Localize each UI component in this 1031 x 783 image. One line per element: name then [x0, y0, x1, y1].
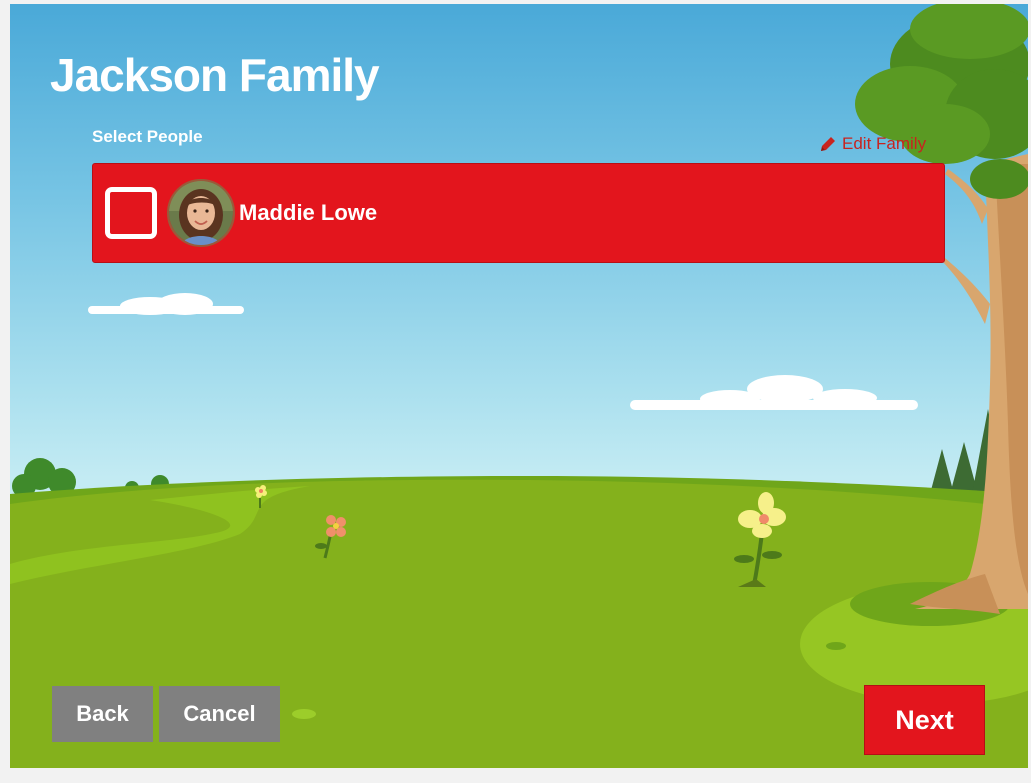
- back-button[interactable]: Back: [52, 686, 153, 742]
- avatar: [167, 179, 235, 247]
- select-people-label: Select People: [92, 127, 203, 146]
- background-scenery: [10, 4, 1028, 768]
- edit-family-link[interactable]: Edit Family: [818, 134, 926, 154]
- person-checkbox[interactable]: [105, 187, 157, 239]
- person-row[interactable]: Maddie Lowe: [92, 163, 945, 263]
- pencil-icon: [818, 134, 838, 154]
- page-title: Jackson Family: [50, 49, 380, 101]
- next-button[interactable]: Next: [864, 685, 985, 755]
- cloud-left: [88, 293, 244, 315]
- app-screen: Jackson Family Select People Edit Family: [10, 4, 1028, 768]
- cancel-button[interactable]: Cancel: [159, 686, 280, 742]
- edit-family-label: Edit Family: [842, 134, 927, 153]
- cloud-right: [630, 375, 918, 410]
- person-name: Maddie Lowe: [239, 200, 378, 225]
